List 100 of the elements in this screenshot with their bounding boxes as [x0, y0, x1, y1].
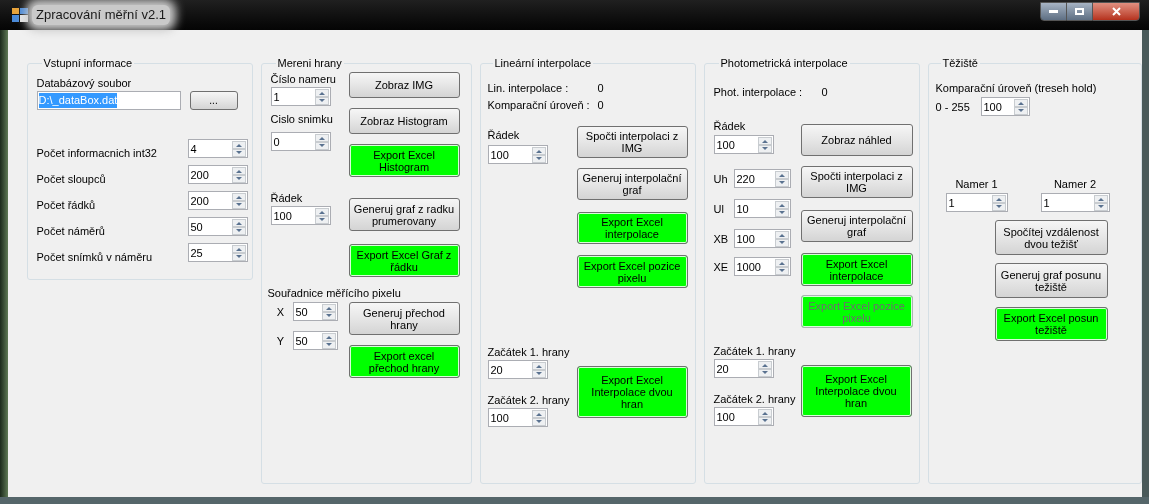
field-label: Začátek 2. hrany — [713, 392, 797, 406]
readout-value: 0 — [597, 98, 604, 112]
action-button[interactable]: Spočítej vzdálenost dvou težišť — [994, 220, 1108, 255]
spin-arrows-icon[interactable] — [774, 258, 789, 275]
spin-arrows-icon[interactable] — [1013, 98, 1028, 115]
number-spinner[interactable]: 20 — [713, 359, 774, 378]
export-button[interactable]: Export Excel Interpolace dvou hran — [576, 366, 688, 418]
spin-arrows-icon[interactable] — [757, 408, 772, 425]
number-spinner[interactable]: 100 — [487, 145, 548, 164]
number-spinner[interactable]: 100 — [713, 407, 774, 426]
maximize-button[interactable] — [1067, 1, 1092, 21]
number-spinner[interactable]: 100 — [713, 135, 774, 154]
action-button[interactable]: Generuj graf posunu težiště — [994, 263, 1108, 298]
field-label: Počet sloupců — [36, 172, 106, 186]
spin-arrows-icon[interactable] — [757, 360, 772, 377]
axis-label: Y — [275, 333, 286, 348]
spin-arrows-icon[interactable] — [774, 200, 789, 217]
field-label: Počet řádků — [36, 198, 96, 212]
readout-label: Phot. interpolace : — [713, 85, 804, 99]
minimize-button[interactable] — [1040, 1, 1067, 21]
spin-arrows-icon[interactable] — [231, 244, 246, 261]
window-title: Zpracování měřní v2.1 — [32, 5, 171, 25]
field-label: Počet snímků v náměru — [36, 250, 153, 264]
close-icon — [1111, 6, 1121, 16]
number-spinner[interactable]: 50 — [292, 331, 338, 350]
number-spinner[interactable]: 1 — [1040, 193, 1110, 212]
field-label: Souřadnice měřícího pixelu — [267, 286, 402, 300]
export-button[interactable]: Export Excel interpolace — [800, 253, 913, 286]
action-button[interactable]: Generuj graf z radku prumerovany — [348, 198, 460, 231]
field-label: Namer 2 — [1052, 177, 1098, 191]
spin-arrows-icon[interactable] — [321, 303, 336, 320]
axis-label: X — [275, 304, 286, 319]
number-spinner[interactable]: 220 — [733, 169, 791, 188]
action-button[interactable]: Generuj interpolační graf — [800, 210, 913, 242]
spin-arrows-icon[interactable] — [231, 218, 246, 235]
spin-arrows-icon[interactable] — [757, 136, 772, 153]
readout-label: Lin. interpolace : — [487, 81, 570, 95]
field-label: Začátek 2. hrany — [487, 393, 571, 407]
export-button[interactable]: Export Excel Interpolace dvou hran — [800, 365, 912, 417]
number-spinner[interactable]: 1 — [945, 193, 1008, 212]
action-button[interactable]: Zobraz IMG — [348, 72, 460, 98]
number-spinner[interactable]: 50 — [292, 302, 338, 321]
spin-arrows-icon[interactable] — [1093, 194, 1108, 211]
number-spinner[interactable]: 10 — [733, 199, 791, 218]
number-spinner[interactable]: 200 — [187, 165, 248, 184]
number-spinner[interactable]: 100 — [487, 408, 548, 427]
range-label: 0 - 255 — [935, 99, 971, 114]
export-button[interactable]: Export Excel Histogram — [348, 144, 460, 177]
field-label: Namer 1 — [954, 177, 999, 191]
field-label: Cislo snimku — [270, 112, 334, 126]
field-label: Řádek — [713, 119, 747, 133]
number-spinner[interactable]: 100 — [270, 206, 331, 225]
action-button[interactable]: Spočti interpolaci z IMG — [800, 166, 913, 198]
number-spinner[interactable]: 0 — [270, 132, 331, 151]
spin-arrows-icon[interactable] — [531, 146, 546, 163]
spin-arrows-icon[interactable] — [531, 409, 546, 426]
spin-arrows-icon[interactable] — [231, 166, 246, 183]
number-spinner[interactable]: 100 — [733, 229, 791, 248]
export-button[interactable]: Export excel přechod hrany — [348, 345, 460, 378]
spin-arrows-icon[interactable] — [321, 332, 336, 349]
number-spinner[interactable]: 50 — [187, 217, 248, 236]
action-button[interactable]: Spočti interpolaci z IMG — [576, 126, 688, 158]
group-title: Photometrická interpolace — [719, 56, 849, 70]
number-spinner[interactable]: 25 — [187, 243, 248, 262]
spin-arrows-icon[interactable] — [774, 170, 789, 187]
action-button[interactable]: Generuj přechod hrany — [348, 302, 460, 335]
readout-value: 0 — [821, 85, 828, 99]
export-button[interactable]: Export Excel pozice pixelu — [576, 255, 688, 288]
action-button[interactable]: Zobraz náhled — [800, 124, 913, 156]
spin-arrows-icon[interactable] — [231, 192, 246, 209]
readout-label: Komparační úroveň : — [487, 98, 591, 112]
number-spinner[interactable]: 1000 — [733, 257, 791, 276]
field-label: Číslo nameru — [270, 72, 337, 86]
number-spinner[interactable]: 100 — [980, 97, 1030, 116]
action-button[interactable]: Zobraz Histogram — [348, 108, 460, 134]
spin-arrows-icon[interactable] — [231, 140, 246, 157]
number-spinner[interactable]: 1 — [270, 87, 331, 106]
spin-arrows-icon[interactable] — [991, 194, 1006, 211]
number-spinner[interactable]: 200 — [187, 191, 248, 210]
export-button[interactable]: Export Excel posun težiště — [994, 307, 1108, 341]
action-button[interactable]: Generuj interpolační graf — [576, 168, 688, 200]
number-spinner[interactable]: 20 — [487, 360, 548, 379]
group-title: Vstupní informace — [42, 56, 134, 70]
field-label: Komparační úroveň (treseh hold) — [935, 81, 1098, 95]
field-label: Počet informacnich int32 — [36, 146, 157, 160]
spin-arrows-icon[interactable] — [531, 361, 546, 378]
export-button[interactable]: Export Excel interpolace — [576, 212, 688, 244]
field-label: Databázový soubor — [36, 76, 133, 90]
export-button[interactable]: Export Excel Graf z řádku — [348, 244, 460, 277]
browse-button[interactable]: ... — [189, 91, 238, 110]
field-label: Začátek 1. hrany — [713, 344, 797, 358]
app-icon — [12, 8, 28, 22]
number-spinner[interactable]: 4 — [187, 139, 248, 158]
spin-arrows-icon[interactable] — [314, 133, 329, 150]
spin-arrows-icon[interactable] — [774, 230, 789, 247]
field-label: Uh — [713, 171, 729, 186]
spin-arrows-icon[interactable] — [314, 207, 329, 224]
spin-arrows-icon[interactable] — [314, 88, 329, 105]
group-title: Mereni hrany — [276, 56, 343, 70]
close-button[interactable] — [1092, 1, 1140, 21]
